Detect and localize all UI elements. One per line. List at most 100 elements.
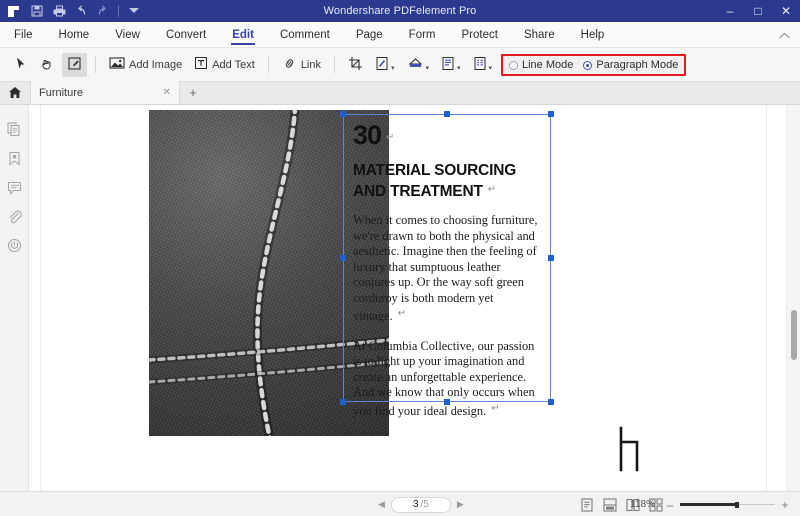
line-mode-label: Line Mode <box>522 59 573 71</box>
menu-item-file[interactable]: File <box>0 22 46 48</box>
pdf-page[interactable]: 30↵ MATERIAL SOURCING AND TREATMENT↵ Whe… <box>41 105 766 491</box>
cursor-arrow-icon <box>14 56 28 73</box>
minimize-button[interactable]: – <box>716 0 744 22</box>
scrollbar-thumb[interactable] <box>791 310 797 360</box>
chevron-up-icon[interactable] <box>779 22 790 48</box>
toolbar-divider <box>334 56 335 73</box>
chevron-down-icon[interactable]: ▾ <box>426 64 430 72</box>
edit-tool-button[interactable] <box>62 53 87 77</box>
close-icon[interactable]: ✕ <box>163 87 171 98</box>
quick-access-toolbar <box>26 0 145 22</box>
toolbar-divider <box>118 5 119 17</box>
chevron-left-icon[interactable]: ◀ <box>372 499 391 510</box>
menu-item-protect[interactable]: Protect <box>449 22 511 48</box>
zoom-controls: 118% – + <box>625 492 792 516</box>
print-icon[interactable] <box>48 0 70 22</box>
chair-line-drawing[interactable] <box>611 426 653 472</box>
pdfelement-logo-icon <box>0 0 26 22</box>
paragraph-mode-label: Paragraph Mode <box>596 59 678 71</box>
chevron-right-icon[interactable]: ▶ <box>451 499 470 510</box>
add-text-label: Add Text <box>212 59 255 71</box>
zoom-in-button[interactable]: + <box>778 498 792 512</box>
chevron-down-icon[interactable]: ▾ <box>457 64 461 72</box>
zoom-slider-fill <box>680 503 735 506</box>
plus-icon[interactable]: + <box>180 81 206 104</box>
current-page-value: 3 <box>413 499 419 510</box>
zoom-level-value[interactable]: 118% <box>625 499 655 510</box>
resize-handle-bottom-left[interactable] <box>340 399 346 405</box>
single-page-view-icon[interactable] <box>577 495 596 514</box>
page-number-input[interactable]: 3 /5 <box>391 497 451 513</box>
redo-icon[interactable] <box>92 0 114 22</box>
background-button[interactable]: ▾ <box>402 53 435 77</box>
document-tab-bar: Furniture ✕ + <box>0 82 800 105</box>
bates-numbering-button[interactable]: ▾ <box>468 53 498 77</box>
comments-icon[interactable] <box>0 173 29 202</box>
resize-handle-top-center[interactable] <box>444 111 450 117</box>
menu-item-share[interactable]: Share <box>511 22 568 48</box>
zoom-slider[interactable] <box>680 499 775 511</box>
thumbnails-icon[interactable] <box>0 115 29 144</box>
menu-item-home[interactable]: Home <box>46 22 103 48</box>
customize-quick-access-icon[interactable] <box>123 0 145 22</box>
add-image-label: Add Image <box>129 59 182 71</box>
save-icon[interactable] <box>26 0 48 22</box>
crop-icon <box>348 56 363 74</box>
watermark-button[interactable]: ▾ <box>370 53 400 77</box>
add-text-icon <box>194 56 208 73</box>
close-button[interactable]: ✕ <box>772 0 800 22</box>
crop-button[interactable] <box>343 53 368 77</box>
menu-item-edit[interactable]: Edit <box>219 22 267 48</box>
menu-item-comment[interactable]: Comment <box>267 22 343 48</box>
header-footer-icon <box>441 56 455 74</box>
radio-dot-icon <box>583 61 592 70</box>
home-icon[interactable] <box>0 81 30 104</box>
link-label: Link <box>301 59 321 71</box>
menu-item-page[interactable]: Page <box>343 22 396 48</box>
window-controls: – □ ✕ <box>716 0 800 22</box>
toolbar-divider <box>95 56 96 73</box>
menu-item-view[interactable]: View <box>102 22 153 48</box>
chevron-down-icon[interactable]: ▾ <box>391 64 395 72</box>
edit-mode-group: Line Mode Paragraph Mode <box>501 54 686 76</box>
document-view[interactable]: 30↵ MATERIAL SOURCING AND TREATMENT↵ Whe… <box>29 105 800 491</box>
title-bar: Wondershare PDFelement Pro – □ ✕ <box>0 0 800 22</box>
bates-numbering-icon <box>473 56 487 74</box>
bookmark-icon[interactable] <box>0 144 29 173</box>
link-button[interactable]: Link <box>277 53 326 77</box>
status-bar: ◀ 3 /5 ▶ <box>0 491 800 516</box>
document-tab[interactable]: Furniture ✕ <box>30 81 180 104</box>
menu-item-form[interactable]: Form <box>396 22 449 48</box>
page-navigation: ◀ 3 /5 ▶ <box>372 492 470 516</box>
hand-tool-button[interactable] <box>35 53 60 77</box>
header-footer-button[interactable]: ▾ <box>436 53 466 77</box>
resize-handle-bottom-right[interactable] <box>548 399 554 405</box>
undo-icon[interactable] <box>70 0 92 22</box>
chevron-down-icon[interactable]: ▾ <box>489 64 493 72</box>
resize-handle-bottom-center[interactable] <box>444 399 450 405</box>
selected-text-block[interactable]: 30↵ MATERIAL SOURCING AND TREATMENT↵ Whe… <box>343 114 551 402</box>
menu-item-help[interactable]: Help <box>568 22 618 48</box>
stamp-icon[interactable] <box>0 231 29 260</box>
resize-handle-top-right[interactable] <box>548 111 554 117</box>
resize-handle-top-left[interactable] <box>340 111 346 117</box>
attachments-icon[interactable] <box>0 202 29 231</box>
zoom-out-button[interactable]: – <box>663 498 677 512</box>
selection-border <box>343 114 551 402</box>
maximize-button[interactable]: □ <box>744 0 772 22</box>
resize-handle-middle-right[interactable] <box>548 255 554 261</box>
continuous-view-icon[interactable] <box>600 495 619 514</box>
line-mode-radio[interactable]: Line Mode <box>509 59 573 71</box>
hand-icon <box>40 56 55 74</box>
paragraph-mode-radio[interactable]: Paragraph Mode <box>583 59 678 71</box>
resize-handle-middle-left[interactable] <box>340 255 346 261</box>
background-icon <box>407 56 424 74</box>
navigation-rail <box>0 105 29 491</box>
paragraph-mark-icon: ↵ <box>491 403 499 414</box>
menu-item-convert[interactable]: Convert <box>153 22 219 48</box>
select-tool-button[interactable] <box>9 53 33 77</box>
add-text-button[interactable]: Add Text <box>189 53 260 77</box>
vertical-scrollbar[interactable] <box>786 105 800 491</box>
zoom-slider-knob[interactable] <box>735 502 739 508</box>
add-image-button[interactable]: Add Image <box>104 53 187 77</box>
